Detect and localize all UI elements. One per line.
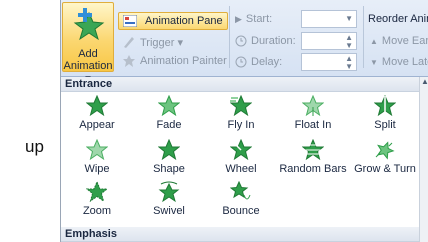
gallery-item-wheel[interactable]: Wheel [205,139,277,179]
add-animation-button[interactable]: Add Animation ▾ [62,2,114,85]
animation-painter-icon [123,55,135,67]
item-label: Grow & Turn [354,163,416,175]
add-animation-label-2: Animation [63,60,113,72]
item-label: Wheel [225,163,257,175]
item-label: Random Bars [279,163,347,175]
spin-down-icon: ▼ [345,62,353,71]
move-earlier-button[interactable]: ▲ Move Earl [370,32,428,50]
duration-spinner[interactable]: ▲ ▼ [301,32,357,50]
gallery-item-fade[interactable]: Fade [133,95,205,135]
gallery-item-fly-in[interactable]: Fly In [205,95,277,135]
emphasis-header: Emphasis [61,227,419,242]
gallery-item-random-bars[interactable]: Random Bars [277,139,349,179]
animation-pane-button[interactable]: Animation Pane [118,12,228,30]
animations-ribbon: Add Animation ▾ Animation Pane Trigger ▾… [61,0,428,85]
reorder-title: Reorder Anima [368,10,428,28]
clock-icon [235,35,247,47]
star-plus-icon [73,8,105,41]
star-shape-icon [158,139,180,161]
item-label: Shape [153,163,185,175]
item-label: Wipe [84,163,110,175]
arrow-down-icon: ▼ [370,57,378,67]
reorder-text: Reorder Anima [368,13,428,25]
star-fly-in-icon [230,95,252,117]
item-label: Fade [156,119,182,131]
delay-text: Delay: [251,56,283,68]
trigger-label: Trigger ▾ [140,36,184,49]
item-label: Fly In [227,119,255,131]
move-earlier-label: Move Earl [381,35,428,47]
item-label: Split [374,119,396,131]
star-random-bars-icon [302,139,324,161]
star-wheel-icon [230,139,252,161]
add-animation-label: Add [78,48,98,60]
gallery-item-shape[interactable]: Shape [133,139,205,179]
spin-down-icon: ▼ [345,41,353,50]
item-label: Appear [79,119,115,131]
gallery-item-float-in[interactable]: Float In [277,95,349,135]
play-icon: ▶ [235,13,242,24]
entrance-header: Entrance [61,77,419,92]
star-wipe-icon [86,139,108,161]
star-appear-icon [86,95,108,117]
gallery-item-bounce[interactable]: Bounce [205,181,277,221]
star-split-icon [374,95,396,117]
gallery-scrollbar[interactable]: ▲ [419,77,428,242]
animation-painter-label: Animation Painter [140,55,227,67]
item-label: Bounce [222,205,260,217]
star-float-in-icon [302,95,324,117]
animation-pane-label: Animation Pane [145,15,223,27]
move-later-label: Move Late [381,56,428,68]
item-label: Zoom [82,205,112,217]
star-fade-icon [158,95,180,117]
gallery-item-zoom[interactable]: Zoom [61,181,133,221]
gallery-item-swivel[interactable]: Swivel [133,181,205,221]
arrow-up-icon: ▲ [370,36,378,46]
star-grow-turn-icon [375,141,395,160]
trigger-icon [124,37,134,48]
start-text: Start: [245,13,273,25]
chevron-down-icon: ▼ [345,14,353,23]
star-swivel-icon [158,181,180,203]
animation-gallery: Entrance Appear Fade Fly In Float In Spl… [61,77,419,242]
scroll-up-icon[interactable]: ▲ [421,77,428,86]
delay-spinner[interactable]: ▲ ▼ [301,53,357,71]
item-label: Swivel [153,205,185,217]
gallery-item-split[interactable]: Split [349,95,421,135]
start-label: ▶ Start: [235,10,272,28]
animations-panel: Add Animation ▾ Animation Pane Trigger ▾… [60,0,428,242]
animation-pane-icon [123,15,137,27]
star-bounce-icon [230,181,251,200]
clock-icon [235,56,247,68]
duration-text: Duration: [251,35,296,47]
duration-label: Duration: [235,32,296,50]
gallery-item-appear[interactable]: Appear [61,95,133,135]
star-zoom-icon [86,181,108,203]
start-dropdown[interactable]: ▼ [301,10,357,28]
gallery-item-wipe[interactable]: Wipe [61,139,133,179]
move-later-button[interactable]: ▼ Move Late [370,53,428,71]
trigger-button[interactable]: Trigger ▾ [122,33,183,51]
separator [363,6,364,68]
animation-painter-button[interactable]: Animation Painter [122,52,227,70]
delay-label: Delay: [235,53,282,71]
separator [229,6,230,68]
gallery-item-grow-turn[interactable]: Grow & Turn [349,139,421,179]
side-label: up [25,137,44,156]
item-label: Float In [294,119,332,131]
